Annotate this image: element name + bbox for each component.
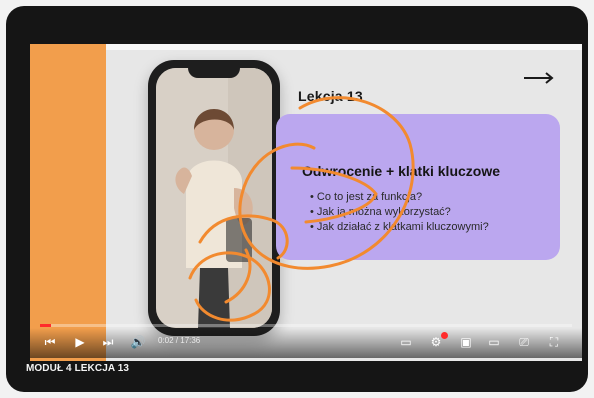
play-icon[interactable]: ▶ (70, 334, 90, 350)
subtitles-icon[interactable]: ▭ (396, 334, 416, 350)
phone-screen (156, 68, 272, 328)
time-display: 0:02 / 17:36 (158, 336, 201, 345)
bullet-item: Jak ją można wykorzystać? (310, 205, 489, 220)
module-label: MODUŁ 4 LEKCJA 13 (26, 363, 130, 374)
bullet-list: Co to jest za funkcja? Jak ją można wyko… (310, 190, 489, 235)
skip-next-icon[interactable]: ⏭ (98, 334, 118, 350)
arrow-right-icon[interactable] (522, 70, 556, 86)
phone-mockup (148, 60, 280, 336)
volume-icon[interactable]: 🔊 (128, 334, 148, 350)
presenter-image (156, 68, 272, 328)
bullet-item: Co to jest za funkcja? (310, 190, 489, 205)
player-controls: ⏮ ▶ ⏭ 🔊 0:02 / 17:36 ▭ ⚙ ▣ ▭ ⎚ ⛶ (30, 328, 582, 358)
cast-icon[interactable]: ⎚ (514, 334, 534, 350)
content-card (276, 114, 560, 260)
card-heading: Odwrocenie + klatki kluczowe (302, 163, 501, 179)
bullet-item: Jak działać z klatkami kluczowymi? (310, 220, 489, 235)
left-accent-bar (30, 44, 106, 361)
fullscreen-icon[interactable]: ⛶ (544, 334, 564, 350)
theater-icon[interactable]: ▭ (484, 334, 504, 350)
lesson-title: Lekcja 13 (298, 88, 363, 104)
video-frame: Lekcja 13 Odwrocenie + klatki kluczowe C… (6, 6, 588, 392)
hd-badge-dot (441, 332, 448, 339)
progress-bar[interactable] (40, 324, 572, 327)
skip-previous-icon[interactable]: ⏮ (40, 334, 60, 350)
phone-notch (188, 68, 240, 78)
top-line (106, 44, 582, 50)
video-player[interactable]: Lekcja 13 Odwrocenie + klatki kluczowe C… (30, 44, 582, 361)
progress-fill (40, 324, 51, 327)
miniplayer-icon[interactable]: ▣ (456, 334, 476, 350)
gear-icon[interactable]: ⚙ (426, 332, 448, 350)
